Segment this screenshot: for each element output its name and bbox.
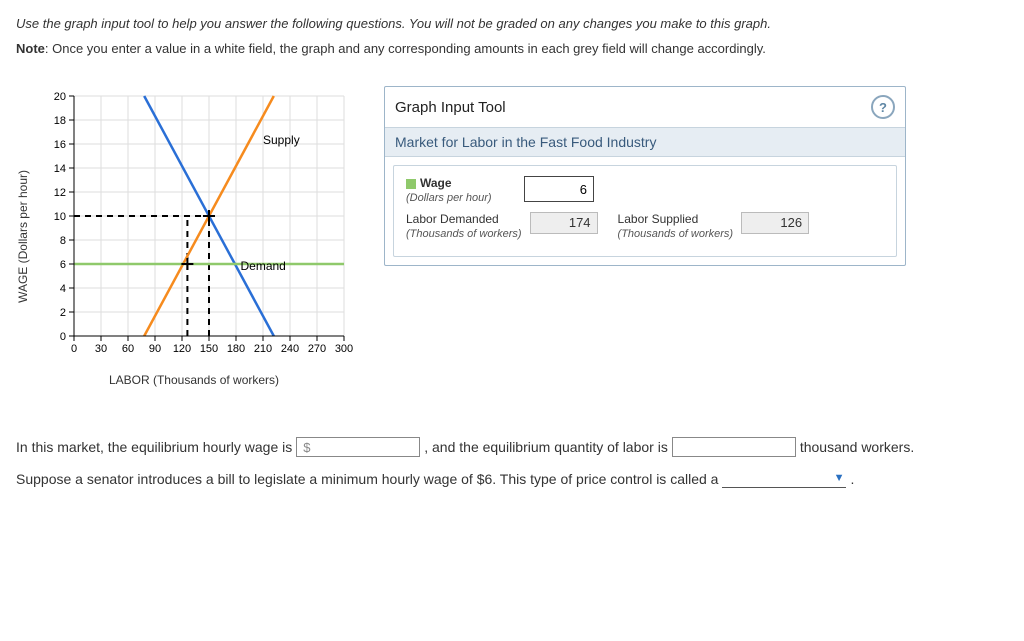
labor-demanded-label: Labor Demanded (Thousands of workers) bbox=[406, 212, 522, 240]
wage-color-swatch bbox=[406, 179, 416, 189]
labor-market-chart[interactable]: SupplyDemand0306090120150180210240270300… bbox=[34, 86, 354, 366]
equilibrium-quantity-input[interactable] bbox=[672, 437, 796, 457]
x-axis-label: LABOR (Thousands of workers) bbox=[109, 373, 279, 387]
chart-container: WAGE (Dollars per hour) SupplyDemand0306… bbox=[16, 86, 354, 387]
wage-input[interactable] bbox=[524, 176, 594, 202]
question-2: Suppose a senator introduces a bill to l… bbox=[16, 469, 1008, 488]
question-1: In this market, the equilibrium hourly w… bbox=[16, 437, 1008, 457]
price-control-dropdown[interactable]: ▼ bbox=[722, 469, 846, 488]
svg-text:60: 60 bbox=[122, 343, 134, 355]
svg-text:18: 18 bbox=[54, 115, 66, 127]
chevron-down-icon: ▼ bbox=[834, 472, 845, 484]
svg-text:150: 150 bbox=[200, 343, 218, 355]
tool-subtitle: Market for Labor in the Fast Food Indust… bbox=[385, 127, 905, 157]
svg-text:120: 120 bbox=[173, 343, 191, 355]
svg-text:10: 10 bbox=[54, 211, 66, 223]
svg-text:8: 8 bbox=[60, 235, 66, 247]
labor-demanded-value: 174 bbox=[530, 212, 598, 234]
tool-title: Graph Input Tool bbox=[395, 99, 506, 116]
svg-text:2: 2 bbox=[60, 307, 66, 319]
labor-supplied-value: 126 bbox=[741, 212, 809, 234]
instructions-note: Note: Once you enter a value in a white … bbox=[16, 41, 1008, 56]
wage-field-label: Wage (Dollars per hour) bbox=[406, 176, 516, 204]
svg-text:Supply: Supply bbox=[263, 133, 300, 147]
svg-text:240: 240 bbox=[281, 343, 299, 355]
labor-supplied-label: Labor Supplied (Thousands of workers) bbox=[618, 212, 734, 240]
svg-text:6: 6 bbox=[60, 259, 66, 271]
graph-input-tool-panel: Graph Input Tool ? Market for Labor in t… bbox=[384, 86, 906, 266]
svg-text:210: 210 bbox=[254, 343, 272, 355]
svg-text:16: 16 bbox=[54, 139, 66, 151]
equilibrium-wage-input[interactable] bbox=[296, 437, 420, 457]
svg-text:180: 180 bbox=[227, 343, 245, 355]
help-icon[interactable]: ? bbox=[871, 95, 895, 119]
svg-text:300: 300 bbox=[335, 343, 353, 355]
svg-text:4: 4 bbox=[60, 283, 66, 295]
svg-text:0: 0 bbox=[60, 331, 66, 343]
instructions-main: Use the graph input tool to help you ans… bbox=[16, 16, 1008, 31]
svg-text:30: 30 bbox=[95, 343, 107, 355]
svg-text:12: 12 bbox=[54, 187, 66, 199]
svg-text:14: 14 bbox=[54, 163, 66, 175]
y-axis-label: WAGE (Dollars per hour) bbox=[16, 170, 30, 303]
svg-text:270: 270 bbox=[308, 343, 326, 355]
svg-text:20: 20 bbox=[54, 91, 66, 103]
svg-text:0: 0 bbox=[71, 343, 77, 355]
svg-text:90: 90 bbox=[149, 343, 161, 355]
